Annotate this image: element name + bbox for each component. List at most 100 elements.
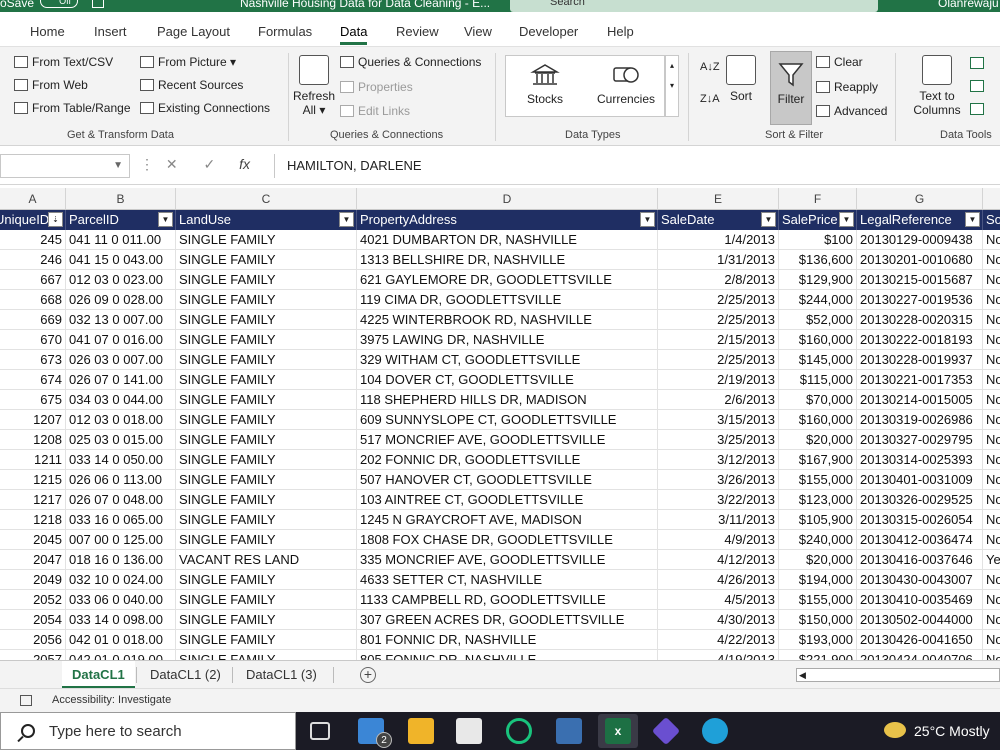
table-cell[interactable]: 20130426-0041650 bbox=[857, 630, 983, 650]
table-cell[interactable]: No bbox=[983, 650, 1000, 660]
enter-icon[interactable]: ✓ bbox=[204, 156, 216, 172]
table-header-cell[interactable]: ParcelID ▼ bbox=[66, 210, 176, 230]
filter-dropdown-icon[interactable]: ▼ bbox=[158, 212, 173, 227]
table-cell[interactable]: $160,000 bbox=[779, 410, 857, 430]
table-cell[interactable]: $155,000 bbox=[779, 590, 857, 610]
table-cell[interactable]: 3/11/2013 bbox=[658, 510, 779, 530]
table-cell[interactable]: 20130424-0040706 bbox=[857, 650, 983, 660]
table-cell[interactable]: SINGLE FAMILY bbox=[176, 290, 357, 310]
table-cell[interactable]: 033 14 0 050.00 bbox=[66, 450, 176, 470]
table-cell[interactable]: SINGLE FAMILY bbox=[176, 510, 357, 530]
table-cell[interactable]: 20130319-0026986 bbox=[857, 410, 983, 430]
table-cell[interactable]: 4225 WINTERBROOK RD, NASHVILLE bbox=[357, 310, 658, 330]
flash-fill-icon[interactable] bbox=[970, 57, 984, 69]
table-cell[interactable]: 1208 bbox=[0, 430, 66, 450]
table-cell[interactable]: SINGLE FAMILY bbox=[176, 250, 357, 270]
from-web-button[interactable]: From Web bbox=[14, 78, 88, 92]
weather-text[interactable]: 25°C Mostly bbox=[914, 712, 990, 750]
tab-page-layout[interactable]: Page Layout bbox=[157, 24, 230, 39]
from-table-range-button[interactable]: From Table/Range bbox=[14, 101, 131, 115]
table-cell[interactable]: 1211 bbox=[0, 450, 66, 470]
table-cell[interactable]: No bbox=[983, 230, 1000, 250]
table-cell[interactable]: 4/30/2013 bbox=[658, 610, 779, 630]
table-cell[interactable]: No bbox=[983, 310, 1000, 330]
table-cell[interactable]: SINGLE FAMILY bbox=[176, 630, 357, 650]
table-cell[interactable]: 2047 bbox=[0, 550, 66, 570]
table-cell[interactable]: 033 06 0 040.00 bbox=[66, 590, 176, 610]
currencies-button[interactable]: Currencies bbox=[594, 62, 658, 106]
table-cell[interactable]: $70,000 bbox=[779, 390, 857, 410]
filter-dropdown-icon[interactable]: ⇣ bbox=[48, 212, 63, 227]
sheet-tab-datacl1[interactable]: DataCL1 bbox=[62, 661, 135, 689]
table-cell[interactable]: 041 07 0 016.00 bbox=[66, 330, 176, 350]
refresh-all-button[interactable]: Refresh All ▾ bbox=[292, 55, 336, 117]
table-cell[interactable]: 4/5/2013 bbox=[658, 590, 779, 610]
table-cell[interactable]: 20130430-0043007 bbox=[857, 570, 983, 590]
table-cell[interactable]: VACANT RES LAND bbox=[176, 550, 357, 570]
filter-button[interactable]: Filter bbox=[770, 51, 812, 125]
table-cell[interactable]: 20130410-0035469 bbox=[857, 590, 983, 610]
table-cell[interactable]: 20130502-0044000 bbox=[857, 610, 983, 630]
table-cell[interactable]: 20130201-0010680 bbox=[857, 250, 983, 270]
table-cell[interactable]: $123,000 bbox=[779, 490, 857, 510]
table-cell[interactable]: 668 bbox=[0, 290, 66, 310]
table-cell[interactable]: 2045 bbox=[0, 530, 66, 550]
table-cell[interactable]: 032 13 0 007.00 bbox=[66, 310, 176, 330]
table-cell[interactable]: 202 FONNIC DR, GOODLETTSVILLE bbox=[357, 450, 658, 470]
table-cell[interactable]: No bbox=[983, 410, 1000, 430]
table-cell[interactable]: SINGLE FAMILY bbox=[176, 270, 357, 290]
table-cell[interactable]: SINGLE FAMILY bbox=[176, 430, 357, 450]
table-cell[interactable]: 4/26/2013 bbox=[658, 570, 779, 590]
table-cell[interactable]: 026 09 0 028.00 bbox=[66, 290, 176, 310]
filter-dropdown-icon[interactable]: ▼ bbox=[839, 212, 854, 227]
table-cell[interactable]: 245 bbox=[0, 230, 66, 250]
table-cell[interactable]: 667 bbox=[0, 270, 66, 290]
table-cell[interactable]: 20130215-0015687 bbox=[857, 270, 983, 290]
remove-duplicates-icon[interactable] bbox=[970, 80, 984, 92]
table-cell[interactable]: 1217 bbox=[0, 490, 66, 510]
tab-review[interactable]: Review bbox=[396, 24, 439, 39]
column-header[interactable]: A bbox=[0, 188, 66, 210]
table-cell[interactable]: No bbox=[983, 470, 1000, 490]
table-cell[interactable]: 1133 CAMPBELL RD, GOODLETTSVILLE bbox=[357, 590, 658, 610]
tab-insert[interactable]: Insert bbox=[94, 24, 127, 39]
table-cell[interactable]: SINGLE FAMILY bbox=[176, 230, 357, 250]
table-cell[interactable]: SINGLE FAMILY bbox=[176, 530, 357, 550]
table-cell[interactable]: $105,900 bbox=[779, 510, 857, 530]
table-cell[interactable]: SINGLE FAMILY bbox=[176, 570, 357, 590]
table-cell[interactable]: 670 bbox=[0, 330, 66, 350]
user-name[interactable]: Olanrewaju bbox=[938, 0, 999, 10]
data-types-scroll[interactable]: ▴ ▾ bbox=[665, 55, 679, 117]
table-cell[interactable]: No bbox=[983, 330, 1000, 350]
edge-icon[interactable] bbox=[702, 718, 728, 744]
table-cell[interactable]: 2052 bbox=[0, 590, 66, 610]
table-cell[interactable]: SINGLE FAMILY bbox=[176, 650, 357, 660]
table-cell[interactable]: SINGLE FAMILY bbox=[176, 470, 357, 490]
table-cell[interactable]: 20130326-0029525 bbox=[857, 490, 983, 510]
table-cell[interactable]: 026 06 0 113.00 bbox=[66, 470, 176, 490]
sort-descending-button[interactable]: Z↓A bbox=[700, 93, 720, 105]
table-cell[interactable]: 1/4/2013 bbox=[658, 230, 779, 250]
python-icon[interactable] bbox=[556, 718, 582, 744]
table-cell[interactable]: $136,600 bbox=[779, 250, 857, 270]
sheet-tab-datacl1-3[interactable]: DataCL1 (3) bbox=[236, 661, 327, 689]
table-cell[interactable]: 335 MONCRIEF AVE, GOODLETTSVILLE bbox=[357, 550, 658, 570]
column-header[interactable]: F bbox=[779, 188, 857, 210]
table-header-cell[interactable]: LandUse ▼ bbox=[176, 210, 357, 230]
text-to-columns-button[interactable]: Text to Columns bbox=[908, 55, 966, 117]
table-cell[interactable]: SINGLE FAMILY bbox=[176, 310, 357, 330]
table-cell[interactable]: $221,900 bbox=[779, 650, 857, 660]
table-cell[interactable]: SINGLE FAMILY bbox=[176, 410, 357, 430]
table-cell[interactable]: No bbox=[983, 350, 1000, 370]
accessibility-status[interactable]: Accessibility: Investigate bbox=[52, 694, 171, 706]
table-cell[interactable]: 246 bbox=[0, 250, 66, 270]
table-cell[interactable]: 20130327-0029795 bbox=[857, 430, 983, 450]
table-cell[interactable]: 669 bbox=[0, 310, 66, 330]
table-cell[interactable]: 012 03 0 018.00 bbox=[66, 410, 176, 430]
search-box[interactable]: Search bbox=[510, 0, 878, 12]
recent-sources-button[interactable]: Recent Sources bbox=[140, 78, 243, 92]
file-explorer-icon[interactable] bbox=[408, 718, 434, 744]
table-cell[interactable]: 20130222-0018193 bbox=[857, 330, 983, 350]
filter-dropdown-icon[interactable]: ▼ bbox=[640, 212, 655, 227]
table-cell[interactable]: 1/31/2013 bbox=[658, 250, 779, 270]
